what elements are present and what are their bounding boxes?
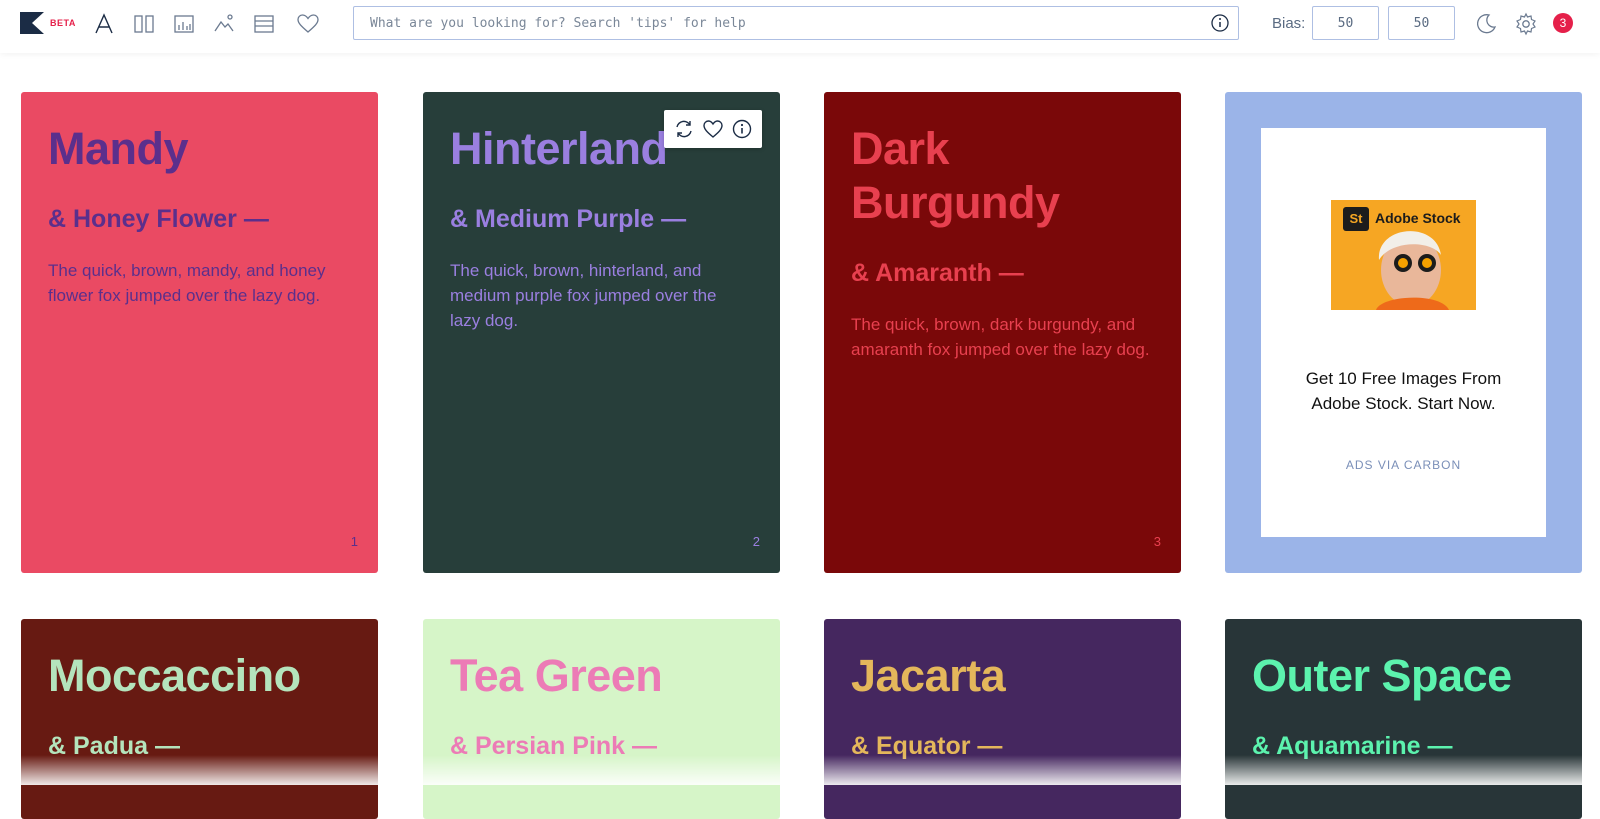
bottom-fade (0, 755, 1600, 785)
bias-input-1[interactable] (1312, 6, 1379, 40)
ad-panel[interactable]: St Adobe Stock Get 10 Free Images From A… (1261, 128, 1546, 537)
ad-brand: Adobe Stock (1375, 210, 1461, 226)
notification-badge[interactable]: 3 (1553, 13, 1573, 33)
color-name: Tea Green (450, 650, 663, 701)
info-icon[interactable] (731, 118, 753, 140)
heart-icon[interactable] (296, 12, 320, 36)
image-icon[interactable] (212, 12, 236, 36)
palette-card-moccaccino[interactable]: Moccaccino & Padua — (21, 619, 378, 819)
columns-icon[interactable] (132, 12, 156, 36)
card-number: 1 (350, 534, 358, 549)
color-pair: & Amaranth — (851, 259, 1024, 287)
search-input[interactable] (354, 8, 1174, 38)
palette-card-tea-green[interactable]: Tea Green & Persian Pink — (423, 619, 780, 819)
ads-via-carbon-link[interactable]: ADS VIA CARBON (1261, 458, 1546, 472)
color-name: Mandy (48, 123, 189, 174)
top-bar: BETA Bias: 3 (0, 0, 1600, 53)
color-name: Dark Burgundy (851, 123, 1060, 228)
logo-icon[interactable] (20, 12, 44, 34)
ad-image[interactable]: St Adobe Stock (1331, 200, 1476, 310)
moon-icon[interactable] (1474, 12, 1498, 36)
gear-icon[interactable] (1514, 12, 1538, 36)
adobe-stock-logo: St (1343, 207, 1369, 231)
color-name: Outer Space (1252, 650, 1512, 701)
palette-card-dark-burgundy[interactable]: Dark Burgundy & Amaranth — The quick, br… (824, 92, 1181, 573)
card-toolbar (664, 110, 762, 148)
palette-card-mandy[interactable]: Mandy & Honey Flower — The quick, brown,… (21, 92, 378, 573)
ad-text[interactable]: Get 10 Free Images From Adobe Stock. Sta… (1281, 366, 1526, 416)
search-box (353, 6, 1239, 40)
color-name: Moccaccino (48, 650, 301, 701)
bias-input-2[interactable] (1388, 6, 1455, 40)
color-description: The quick, brown, mandy, and honey flowe… (48, 261, 326, 305)
heart-icon[interactable] (702, 118, 724, 140)
color-pair: & Medium Purple — (450, 205, 687, 233)
palette-card-hinterland[interactable]: Hinterland & Medium Purple — The quick, … (423, 92, 780, 573)
palette-card-outer-space[interactable]: Outer Space & Aquamarine — (1225, 619, 1582, 819)
refresh-icon[interactable] (673, 118, 695, 140)
color-pair: & Honey Flower — (48, 205, 269, 233)
typography-icon[interactable] (92, 12, 116, 36)
ad-container: St Adobe Stock Get 10 Free Images From A… (1225, 92, 1582, 573)
info-icon[interactable] (1210, 13, 1230, 33)
color-name: Jacarta (851, 650, 1006, 701)
beta-badge: BETA (50, 18, 76, 28)
palette-card-jacarta[interactable]: Jacarta & Equator — (824, 619, 1181, 819)
card-number: 2 (752, 534, 760, 549)
color-description: The quick, brown, hinterland, and medium… (450, 261, 717, 330)
card-number: 3 (1153, 534, 1161, 549)
chart-icon[interactable] (172, 12, 196, 36)
color-description: The quick, brown, dark burgundy, and ama… (851, 315, 1150, 359)
list-icon[interactable] (252, 12, 276, 36)
bias-label: Bias: (1272, 15, 1306, 32)
